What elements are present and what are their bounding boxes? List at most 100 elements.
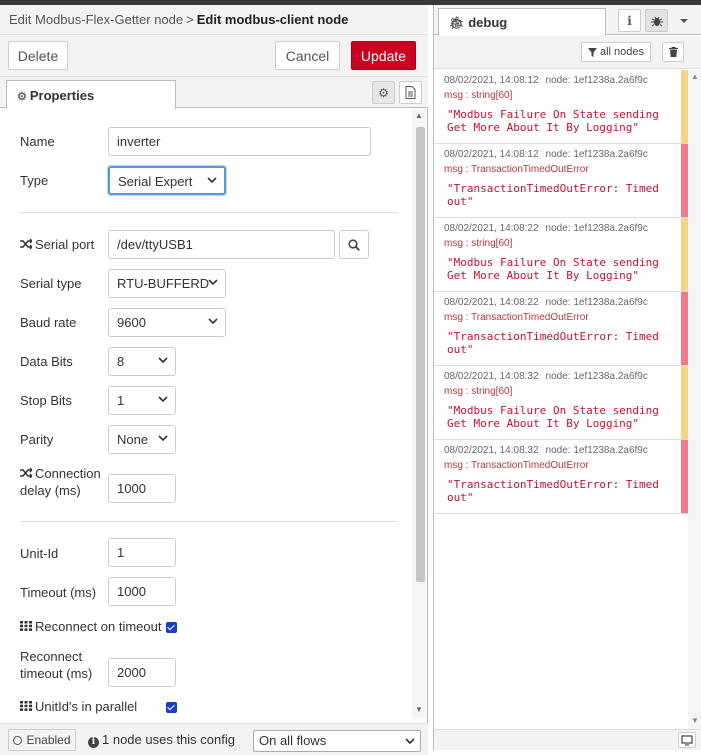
stop-bits-select-value: 1 — [117, 393, 125, 408]
message-node[interactable]: node: 1ef1238a.2a6f9c — [546, 223, 648, 234]
message-payload[interactable]: "Modbus Failure On State sending Get More… — [444, 404, 678, 430]
message-meta: 08/02/2021, 14:08:12 node: 1ef1238a.2a6f9… — [444, 74, 678, 87]
payload-line: "Modbus Failure On State sending — [447, 108, 659, 121]
payload-line: out" — [447, 195, 474, 208]
flows-scope-value: On all flows — [259, 733, 327, 748]
data-bits-label: Data Bits — [20, 354, 73, 369]
debug-message[interactable]: 08/02/2021, 14:08:22 node: 1ef1238a.2a6f9… — [434, 292, 688, 366]
scroll-down-arrow[interactable]: ▼ — [415, 705, 423, 714]
connection-delay-label-line2: delay (ms) — [20, 483, 81, 498]
message-payload[interactable]: "TransactionTimedOutError: Timed out" — [444, 330, 678, 356]
payload-line: "TransactionTimedOutError: Timed — [447, 478, 659, 491]
reconnect-timeout-input[interactable]: 2000 — [108, 658, 176, 687]
sidebar-panel: 🐞︎ debug i all nodes 08/02/2021, 14:08:12… — [433, 5, 701, 750]
connection-delay-input[interactable]: 1000 — [108, 474, 176, 503]
unitids-parallel-checkbox[interactable] — [166, 702, 177, 713]
scroll-up-arrow[interactable]: ▲ — [691, 72, 699, 81]
debug-message[interactable]: 08/02/2021, 14:08:32 node: 1ef1238a.2a6f9… — [434, 440, 688, 514]
message-payload[interactable]: "TransactionTimedOutError: Timed out" — [444, 182, 678, 208]
debug-scrollbar[interactable] — [688, 70, 701, 730]
serial-port-input[interactable]: /dev/ttyUSB1 — [108, 230, 335, 259]
debug-message[interactable]: 08/02/2021, 14:08:12 node: 1ef1238a.2a6f9… — [434, 70, 688, 144]
debug-message[interactable]: 08/02/2021, 14:08:22 node: 1ef1238a.2a6f9… — [434, 218, 688, 292]
search-icon — [348, 238, 360, 251]
chevron-down-icon — [680, 19, 688, 23]
debug-messages: 08/02/2021, 14:08:12 node: 1ef1238a.2a6f9… — [434, 70, 688, 514]
action-bar: Delete Cancel Update — [0, 35, 428, 77]
debug-tab-button[interactable] — [645, 9, 668, 32]
tab-properties[interactable]: ⚙ Properties — [6, 80, 176, 109]
message-node[interactable]: node: 1ef1238a.2a6f9c — [546, 371, 648, 382]
monitor-icon — [681, 735, 693, 746]
message-node[interactable]: node: 1ef1238a.2a6f9c — [546, 297, 648, 308]
baud-rate-select[interactable]: 9600 — [108, 308, 226, 337]
message-payload[interactable]: "TransactionTimedOutError: Timed out" — [444, 478, 678, 504]
info-tab-button[interactable]: i — [618, 9, 641, 32]
circle-icon — [13, 735, 23, 745]
clear-log-button[interactable] — [662, 42, 684, 62]
edit-panel: Edit Modbus-Flex-Getter node > Edit modbus… — [0, 5, 428, 755]
name-label: Name — [20, 134, 55, 149]
sidebar-menu-button[interactable] — [679, 14, 689, 29]
cancel-button[interactable]: Cancel — [275, 41, 340, 70]
message-payload[interactable]: "Modbus Failure On State sending Get More… — [444, 256, 678, 282]
serial-port-label: Serial port — [20, 236, 94, 253]
payload-line: "Modbus Failure On State sending — [447, 404, 659, 417]
unit-id-label: Unit-Id — [20, 546, 59, 561]
form-scroll-thumb[interactable] — [416, 127, 425, 582]
data-bits-select[interactable]: 8 — [108, 347, 176, 376]
shuffle-icon — [20, 467, 33, 479]
connection-delay-label-line1: Connection — [35, 466, 101, 481]
reconnect-on-timeout-label: Reconnect on timeout — [20, 618, 161, 635]
document-icon — [405, 86, 416, 99]
baud-rate-select-value: 9600 — [117, 315, 146, 330]
parity-select[interactable]: None — [108, 425, 176, 454]
payload-line: "TransactionTimedOutError: Timed — [447, 182, 659, 195]
grid-icon — [20, 621, 32, 631]
type-select[interactable]: Serial Expert — [108, 166, 226, 195]
reconnect-timeout-label-line2: timeout (ms) — [20, 666, 93, 681]
bug-icon — [650, 16, 663, 26]
unit-id-input[interactable]: 1 — [108, 538, 176, 567]
debug-message[interactable]: 08/02/2021, 14:08:32 node: 1ef1238a.2a6f9… — [434, 366, 688, 440]
message-topic: msg : TransactionTimedOutError — [444, 460, 589, 471]
message-payload[interactable]: "Modbus Failure On State sending Get More… — [444, 108, 678, 134]
scroll-down-arrow[interactable]: ▼ — [691, 716, 699, 725]
message-topic: msg : string[60] — [444, 90, 513, 101]
update-button[interactable]: Update — [351, 41, 416, 70]
name-input[interactable]: inverter — [108, 127, 371, 156]
message-node[interactable]: node: 1ef1238a.2a6f9c — [546, 445, 648, 456]
stop-bits-select[interactable]: 1 — [108, 386, 176, 415]
level-bar — [681, 292, 688, 365]
payload-line: Get More About It By Logging" — [447, 417, 640, 430]
enabled-toggle[interactable]: Enabled — [8, 729, 76, 751]
message-time: 08/02/2021, 14:08:32 — [444, 371, 539, 382]
timeout-input[interactable]: 1000 — [108, 577, 176, 606]
chevron-down-icon — [158, 357, 168, 364]
serial-type-select-value: RTU-BUFFERD — [117, 276, 210, 291]
serial-type-select[interactable]: RTU-BUFFERD — [108, 269, 226, 298]
type-select-value: Serial Expert — [118, 174, 193, 189]
filter-button[interactable]: all nodes — [581, 42, 651, 62]
edit-header: Edit Modbus-Flex-Getter node > Edit modbus… — [0, 5, 428, 35]
breadcrumb-parent[interactable]: Edit Modbus-Flex-Getter node — [9, 12, 183, 27]
payload-line: out" — [447, 491, 474, 504]
debug-message[interactable]: 08/02/2021, 14:08:12 node: 1ef1238a.2a6f9… — [434, 144, 688, 218]
payload-line: out" — [447, 343, 474, 356]
reconnect-on-timeout-checkbox[interactable] — [166, 622, 177, 633]
serial-port-search-button[interactable] — [339, 230, 369, 259]
description-tab-button[interactable] — [399, 81, 422, 104]
tab-debug[interactable]: 🐞︎ debug — [438, 8, 606, 36]
message-time: 08/02/2021, 14:08:22 — [444, 223, 539, 234]
settings-tab-button[interactable]: ⚙ — [372, 81, 395, 104]
delete-button[interactable]: Delete — [8, 41, 68, 70]
message-node[interactable]: node: 1ef1238a.2a6f9c — [546, 75, 648, 86]
filter-label: all nodes — [599, 46, 645, 58]
message-node[interactable]: node: 1ef1238a.2a6f9c — [546, 149, 648, 160]
shuffle-icon — [20, 238, 33, 250]
payload-line: Get More About It By Logging" — [447, 269, 640, 282]
message-time: 08/02/2021, 14:08:32 — [444, 445, 539, 456]
open-debug-window-button[interactable] — [678, 732, 696, 748]
scroll-up-arrow[interactable]: ▲ — [415, 111, 423, 120]
flows-scope-select[interactable]: On all flows — [253, 730, 421, 752]
